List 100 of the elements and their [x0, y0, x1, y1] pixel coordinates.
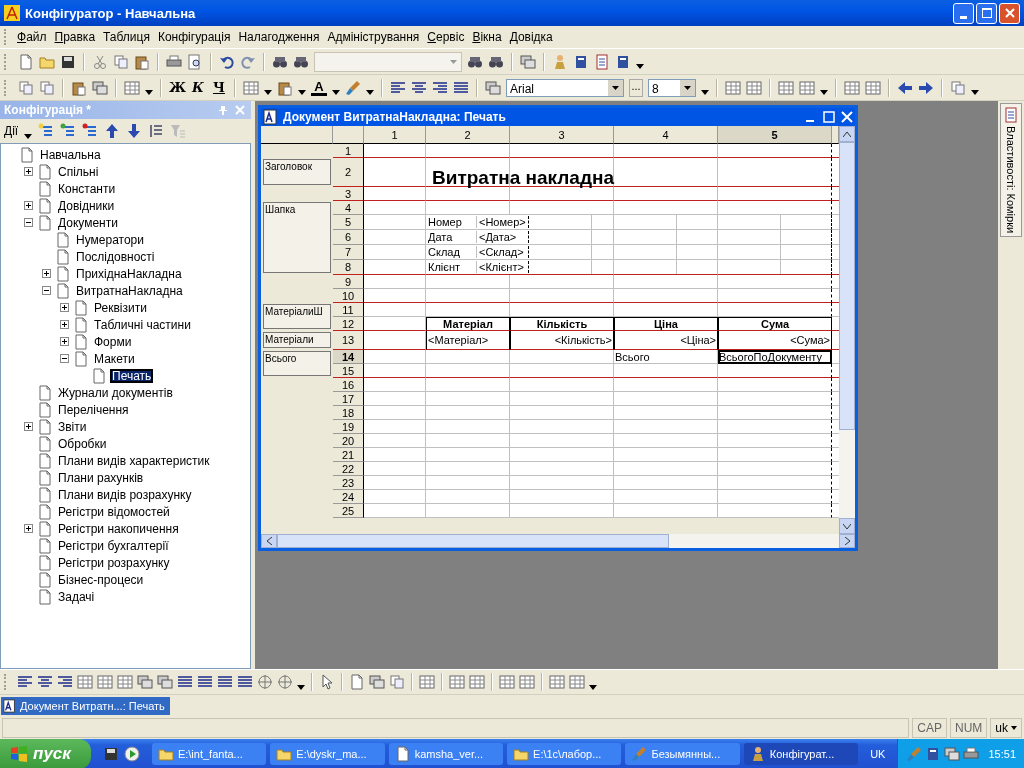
close-icon[interactable]	[841, 111, 853, 123]
dropdown-caret-icon[interactable]	[971, 90, 979, 95]
row-number[interactable]: 14	[333, 350, 364, 364]
table-icon[interactable]	[243, 79, 259, 96]
row-number[interactable]: 24	[333, 490, 364, 504]
font-size-field[interactable]: 8	[648, 78, 696, 97]
notepad-icon[interactable]	[594, 53, 610, 70]
properties-tab[interactable]: Властивості: Комірки	[1000, 103, 1022, 238]
menu-item[interactable]: Адміністрування	[323, 28, 424, 46]
row-number[interactable]: 6	[333, 230, 364, 245]
horizontal-scrollbar[interactable]	[261, 534, 855, 548]
dropdown-caret-icon[interactable]	[332, 90, 340, 95]
row-number[interactable]: 17	[333, 392, 364, 406]
floppy-icon[interactable]	[102, 746, 119, 762]
table-icon[interactable]	[549, 674, 565, 690]
windows-icon[interactable]	[157, 674, 173, 690]
row-number[interactable]: 11	[333, 303, 364, 317]
taskbar-button[interactable]: E:\dyskr_ma...	[270, 743, 385, 765]
tree-item[interactable]: Спільні	[56, 164, 101, 179]
book-icon[interactable]	[573, 53, 589, 70]
taskbar-button[interactable]: E:\1c\лабор...	[507, 743, 622, 765]
row-number[interactable]: 13	[333, 331, 364, 350]
preview-icon[interactable]	[187, 53, 203, 70]
align-text-icon[interactable]	[57, 674, 73, 690]
area-label[interactable]: Матеріали	[263, 332, 331, 348]
tree-item[interactable]: Форми	[92, 334, 134, 349]
window-tab[interactable]: Документ Витратн...: Печать	[1, 697, 170, 715]
copy-icon[interactable]	[950, 79, 966, 96]
align-text-icon[interactable]	[177, 674, 193, 690]
taskbar-button[interactable]: Конфігурат...	[743, 743, 859, 765]
windows-icon[interactable]	[520, 53, 536, 70]
page-icon[interactable]	[18, 53, 34, 70]
column-header[interactable]: 1	[364, 126, 426, 144]
tree-item[interactable]: Бізнес-процеси	[56, 572, 146, 587]
row-number[interactable]: 25	[333, 504, 364, 518]
row-number[interactable]: 5	[333, 215, 364, 230]
paste-icon[interactable]	[134, 53, 150, 70]
align-text-icon[interactable]	[17, 674, 33, 690]
tree-item[interactable]: Регістри розрахунку	[56, 555, 172, 570]
align-text-icon[interactable]	[237, 674, 253, 690]
align-text-icon[interactable]	[453, 79, 469, 96]
dropdown-caret-icon[interactable]	[145, 90, 153, 95]
font-more-button[interactable]: ...	[629, 78, 643, 97]
scroll-left-icon[interactable]	[266, 537, 272, 545]
paste-icon[interactable]	[277, 79, 293, 96]
dropdown-caret-icon[interactable]	[636, 64, 644, 69]
language-indicator[interactable]: UK	[862, 748, 894, 760]
tree-item[interactable]: Послідовності	[74, 249, 157, 264]
windows-icon[interactable]	[137, 674, 153, 690]
tree-item[interactable]: Навчальна	[38, 147, 103, 162]
actions-menu[interactable]: Дії	[4, 124, 19, 138]
tree-item[interactable]: Макети	[92, 351, 137, 366]
area-label[interactable]: Всього	[263, 351, 331, 376]
column-header[interactable]: 2	[426, 126, 510, 144]
tree-item[interactable]: Регістри відомостей	[56, 504, 172, 519]
expand-box[interactable]	[59, 337, 70, 346]
tree-item[interactable]: Регістри накопичення	[56, 521, 181, 536]
align-text-icon[interactable]	[432, 79, 448, 96]
restore-button[interactable]	[976, 2, 997, 24]
scroll-right-icon[interactable]	[844, 537, 850, 545]
table-icon[interactable]	[865, 79, 881, 96]
close-button[interactable]	[999, 2, 1020, 24]
table-icon[interactable]	[469, 674, 485, 690]
tree-item[interactable]: Табличні частини	[92, 317, 193, 332]
collapse-box[interactable]	[59, 354, 70, 363]
vertical-scrollbar[interactable]	[839, 126, 855, 534]
collapse-box[interactable]	[23, 218, 34, 227]
taskbar-button[interactable]: kamsha_ver...	[388, 743, 504, 765]
align-text-icon[interactable]	[217, 674, 233, 690]
expand-box[interactable]	[23, 201, 34, 210]
taskbar-button[interactable]: E:\int_fanta...	[151, 743, 267, 765]
expand-box[interactable]	[23, 167, 34, 176]
tree-item[interactable]: ПрихіднаНакладна	[74, 266, 184, 281]
row-number[interactable]: 9	[333, 275, 364, 289]
table-icon[interactable]	[844, 79, 860, 96]
tree-item[interactable]: Задачі	[56, 589, 97, 604]
scroll-up-icon[interactable]	[843, 131, 851, 137]
list-icon[interactable]	[60, 123, 77, 139]
row-number[interactable]: 21	[333, 448, 364, 462]
language-selector[interactable]: uk	[990, 718, 1022, 738]
row-number[interactable]: 3	[333, 187, 364, 201]
menu-item[interactable]: Налагодження	[234, 28, 324, 46]
tree-item[interactable]: Звіти	[56, 419, 89, 434]
row-number[interactable]: 23	[333, 476, 364, 490]
column-header[interactable]: 4	[614, 126, 718, 144]
menu-item[interactable]: Файл	[13, 28, 51, 46]
expand-box[interactable]	[23, 524, 34, 533]
menu-item[interactable]: Конфігурація	[153, 28, 235, 46]
area-label[interactable]: МатеріалиШ	[263, 304, 331, 329]
scroll-down-icon[interactable]	[843, 523, 851, 529]
dropdown-caret-icon[interactable]	[612, 85, 619, 90]
dropdown-caret-icon[interactable]	[297, 684, 305, 690]
table-icon[interactable]	[97, 674, 113, 690]
printer-icon[interactable]	[166, 53, 182, 70]
list-icon[interactable]	[38, 123, 55, 139]
table-icon[interactable]	[419, 674, 435, 690]
row-number[interactable]: 15	[333, 364, 364, 378]
dropdown-caret-icon[interactable]	[1011, 726, 1017, 730]
notepad-icon[interactable]	[1003, 107, 1019, 123]
brush-icon[interactable]	[345, 79, 361, 96]
